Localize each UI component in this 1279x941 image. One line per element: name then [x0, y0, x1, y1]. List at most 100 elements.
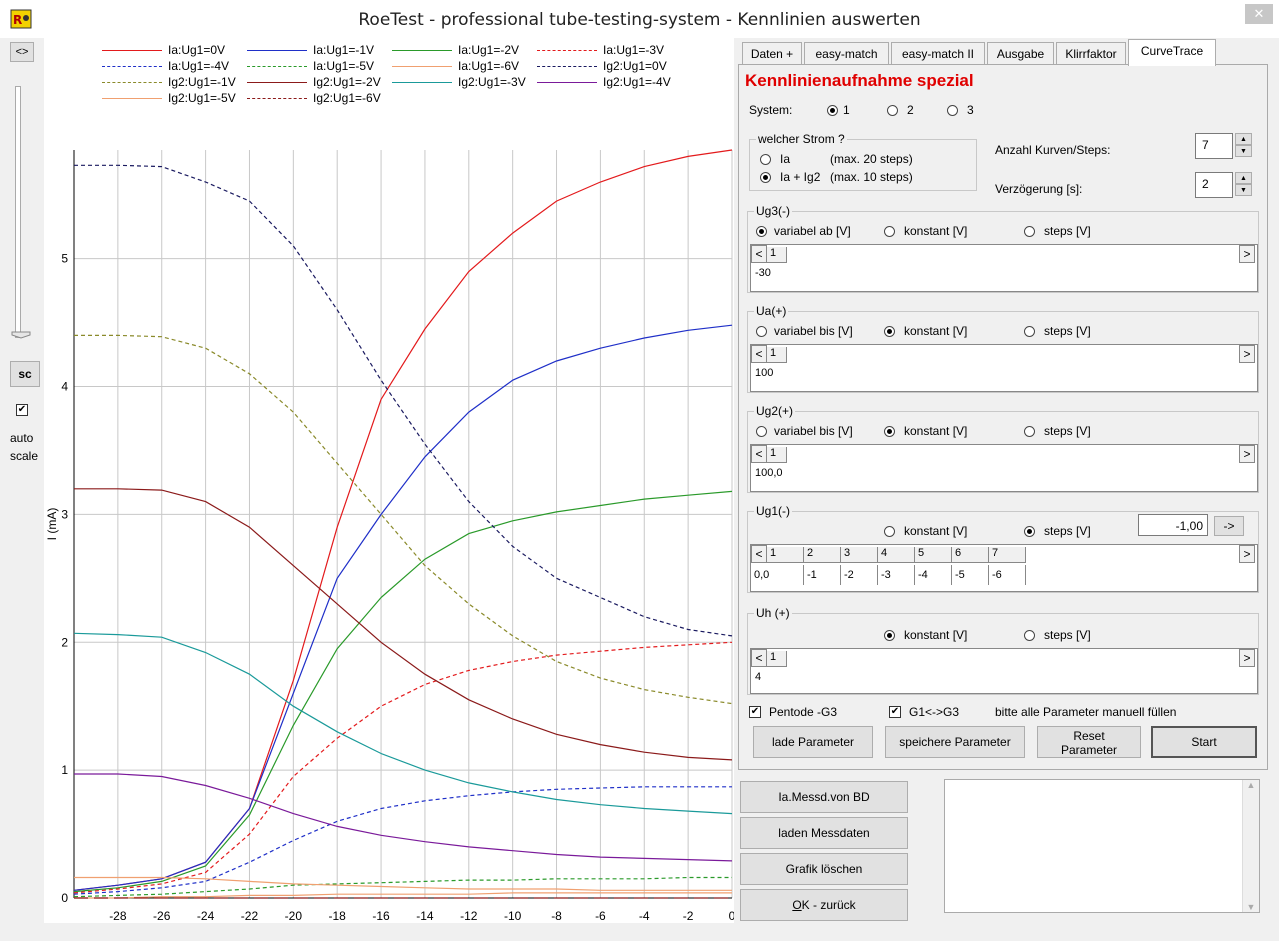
- ug3-radio-steps[interactable]: [1024, 226, 1035, 237]
- ug3-radio-variabel[interactable]: [756, 226, 767, 237]
- uh-radio-konstant[interactable]: [884, 630, 895, 641]
- autoscale-label-1: auto: [10, 431, 34, 445]
- ug3-value[interactable]: -30: [755, 267, 795, 285]
- load-parameter-button[interactable]: lade Parameter: [753, 726, 873, 758]
- start-button[interactable]: Start: [1151, 726, 1257, 758]
- system-radio-2[interactable]: [887, 105, 898, 116]
- scroll-up-icon[interactable]: ▲: [1243, 780, 1259, 790]
- ug1-step-input[interactable]: -1,00: [1138, 514, 1208, 536]
- x-tick-label: -16: [372, 909, 390, 923]
- spin-down-icon[interactable]: ▼: [1235, 184, 1252, 196]
- ug2-radio-konstant[interactable]: [884, 426, 895, 437]
- autoscale-label-2: scale: [10, 449, 39, 463]
- verzoegerung-spinner[interactable]: ▲ ▼: [1235, 172, 1253, 198]
- strom-radio-ia[interactable]: [760, 154, 771, 165]
- uh-left-arrow[interactable]: <: [751, 649, 767, 667]
- tab-easy-match-ii[interactable]: easy-match II: [891, 42, 985, 65]
- kurven-input[interactable]: 7: [1195, 133, 1233, 159]
- uh-col-header: 1: [767, 651, 787, 667]
- clear-graph-button[interactable]: Grafik löschen: [740, 853, 908, 885]
- curvetrace-panel: Kennlinienaufnahme spezial System: 1 2 3…: [738, 64, 1268, 770]
- verzoegerung-input[interactable]: 2: [1195, 172, 1233, 198]
- uh-radio-steps[interactable]: [1024, 630, 1035, 641]
- autoscale-checkbox[interactable]: ✔: [16, 404, 28, 416]
- close-button[interactable]: ✕: [1245, 4, 1273, 24]
- x-tick-label: -20: [285, 909, 303, 923]
- reset-parameter-button[interactable]: Reset Parameter: [1037, 726, 1141, 758]
- spin-up-icon[interactable]: ▲: [1235, 172, 1252, 184]
- tab-easy-match[interactable]: easy-match: [804, 42, 889, 65]
- ua-radio-variabel[interactable]: [756, 326, 767, 337]
- zoom-slider-thumb[interactable]: [11, 328, 31, 339]
- ug2-right-arrow[interactable]: >: [1239, 445, 1255, 463]
- y-tick-label: 5: [61, 252, 68, 266]
- ua-right-arrow[interactable]: >: [1239, 345, 1255, 363]
- y-tick-label: 3: [61, 507, 68, 521]
- ug3-grid[interactable]: < 1 -30 >: [750, 244, 1258, 292]
- ug3-opt1: variabel ab [V]: [774, 224, 851, 238]
- ug2-grid[interactable]: < 1 100,0 >: [750, 444, 1258, 492]
- log-scrollbar[interactable]: ▲ ▼: [1242, 780, 1259, 912]
- pentode-checkbox[interactable]: ✔: [749, 706, 761, 718]
- ug1-grid[interactable]: < 1 0,0 2 -1 3 -2 4 -3 5 -4 6 -5 7 -6 >: [750, 544, 1258, 592]
- save-parameter-button[interactable]: speichere Parameter: [885, 726, 1025, 758]
- system-option-1: 1: [843, 103, 850, 117]
- ug3-right-arrow[interactable]: >: [1239, 245, 1255, 263]
- y-tick-label: 2: [61, 635, 68, 649]
- ug3-title: Ug3(-): [754, 204, 793, 218]
- ua-value[interactable]: 100: [755, 367, 795, 385]
- ug1-step-value[interactable]: -3: [878, 565, 915, 585]
- ug1-right-arrow[interactable]: >: [1239, 545, 1255, 563]
- x-tick-label: -28: [109, 909, 127, 923]
- ua-radio-steps[interactable]: [1024, 326, 1035, 337]
- scroll-down-icon[interactable]: ▼: [1243, 902, 1259, 912]
- log-textarea[interactable]: ▲ ▼: [944, 779, 1260, 913]
- ua-title: Ua(+): [754, 304, 789, 318]
- ug1-opt3: steps [V]: [1044, 524, 1091, 538]
- g1g3-checkbox[interactable]: ✔: [889, 706, 901, 718]
- ua-left-arrow[interactable]: <: [751, 345, 767, 363]
- ug2-value[interactable]: 100,0: [755, 467, 795, 485]
- tab-curvetrace[interactable]: CurveTrace: [1128, 39, 1216, 66]
- ug2-radio-steps[interactable]: [1024, 426, 1035, 437]
- series-line: [73, 641, 733, 894]
- uh-grid[interactable]: < 1 4 >: [750, 648, 1258, 694]
- ok-back-button[interactable]: OK - zurück: [740, 889, 908, 921]
- ug1-step-value[interactable]: -2: [841, 565, 878, 585]
- system-radio-3[interactable]: [947, 105, 958, 116]
- uh-opt3: steps [V]: [1044, 628, 1091, 642]
- ug1-apply-button[interactable]: ->: [1214, 516, 1244, 536]
- ug1-step-value[interactable]: -4: [915, 565, 952, 585]
- tab-daten-[interactable]: Daten +: [742, 42, 802, 65]
- tab-klirrfaktor[interactable]: Klirrfaktor: [1056, 42, 1126, 65]
- scale-button[interactable]: sc: [10, 361, 40, 387]
- ug1-step-value[interactable]: -1: [804, 565, 841, 585]
- ug1-step-value[interactable]: 0,0: [751, 565, 804, 585]
- ug1-col-header: 2: [804, 547, 841, 563]
- zoom-slider-track[interactable]: [15, 86, 21, 338]
- ua-grid[interactable]: < 1 100 >: [750, 344, 1258, 392]
- spin-down-icon[interactable]: ▼: [1235, 145, 1252, 157]
- ug1-radio-steps[interactable]: [1024, 526, 1035, 537]
- ug1-step-value[interactable]: -5: [952, 565, 989, 585]
- strom-opt1-b: (max. 20 steps): [830, 152, 913, 166]
- ug2-left-arrow[interactable]: <: [751, 445, 767, 463]
- ug2-radio-variabel[interactable]: [756, 426, 767, 437]
- ug1-radio-konstant[interactable]: [884, 526, 895, 537]
- tab-ausgabe[interactable]: Ausgabe: [987, 42, 1054, 65]
- ug1-step-value[interactable]: -6: [989, 565, 1026, 585]
- load-measure-bd-button[interactable]: Ia.Messd.von BD: [740, 781, 908, 813]
- toggle-panel-button[interactable]: <>: [10, 42, 34, 62]
- uh-right-arrow[interactable]: >: [1239, 649, 1255, 667]
- ug1-left-arrow[interactable]: <: [751, 545, 767, 563]
- spin-up-icon[interactable]: ▲: [1235, 133, 1252, 145]
- ug3-left-arrow[interactable]: <: [751, 245, 767, 263]
- ua-radio-konstant[interactable]: [884, 326, 895, 337]
- ug3-radio-konstant[interactable]: [884, 226, 895, 237]
- strom-radio-ia-ig2[interactable]: [760, 172, 771, 183]
- ua-opt1: variabel bis [V]: [774, 324, 853, 338]
- system-radio-1[interactable]: [827, 105, 838, 116]
- load-measure-data-button[interactable]: laden Messdaten: [740, 817, 908, 849]
- uh-value[interactable]: 4: [755, 671, 795, 689]
- kurven-spinner[interactable]: ▲ ▼: [1235, 133, 1253, 159]
